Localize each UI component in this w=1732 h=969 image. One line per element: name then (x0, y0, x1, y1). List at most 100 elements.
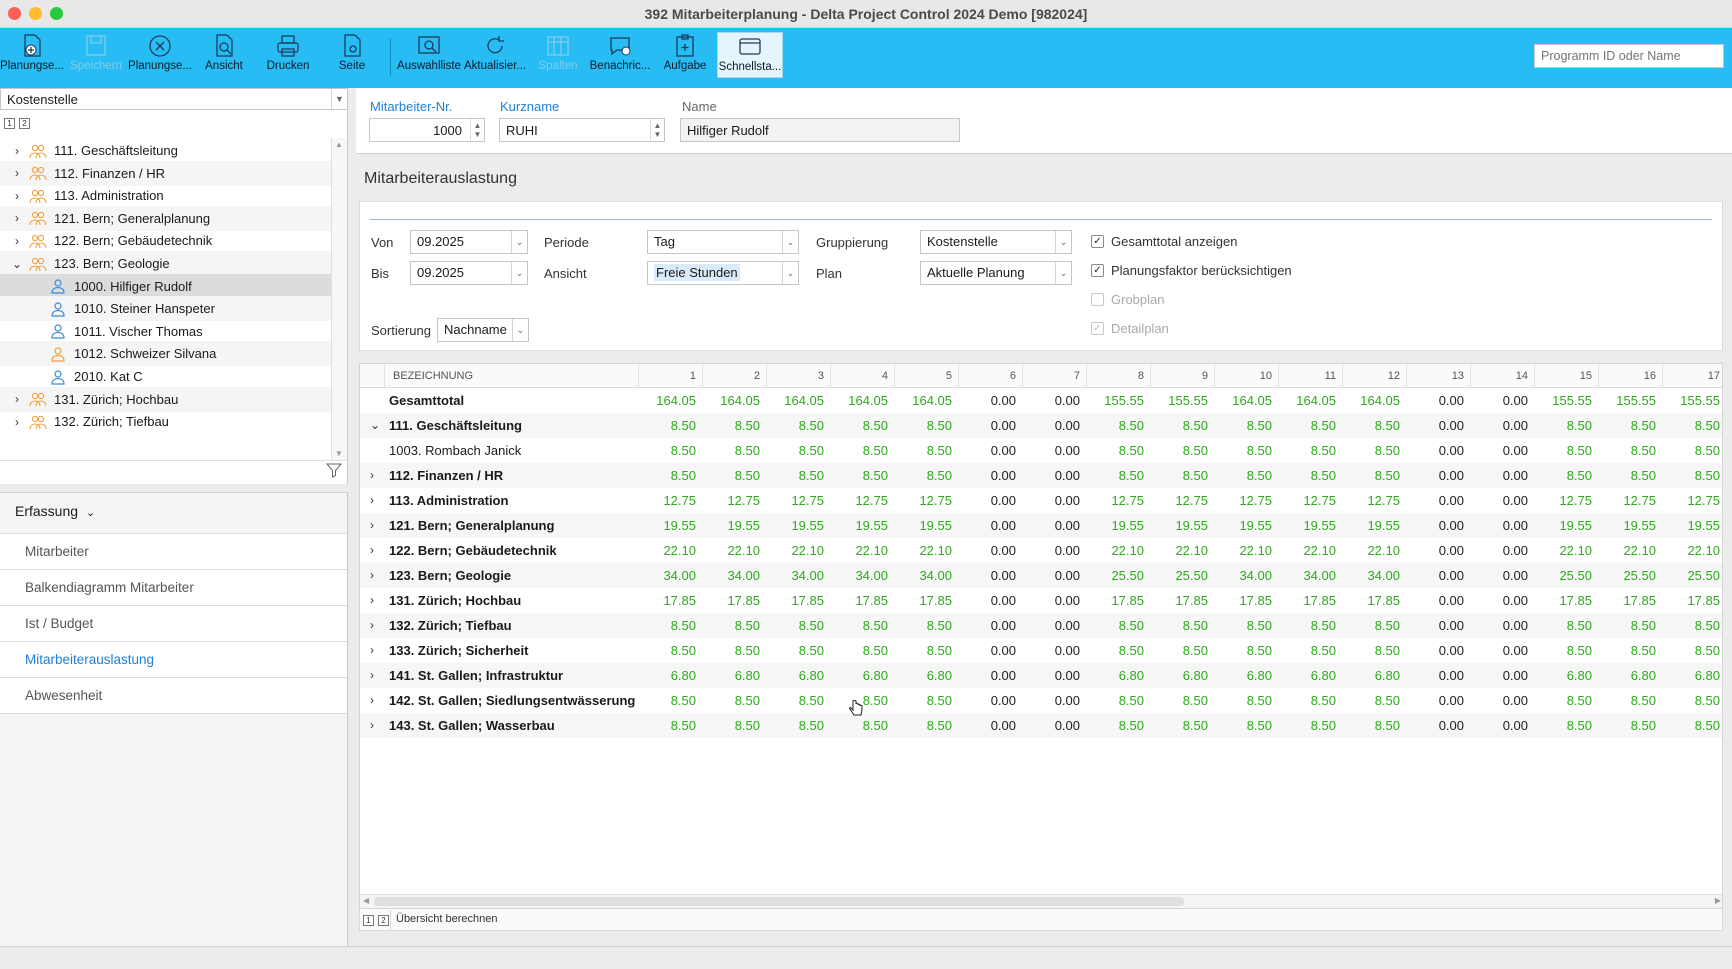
column-header-day[interactable]: 4 (830, 364, 894, 388)
column-header-day[interactable]: 10 (1214, 364, 1278, 388)
chevron-right-icon[interactable]: › (10, 144, 24, 158)
column-header-day[interactable]: 6 (958, 364, 1022, 388)
column-header-day[interactable]: 2 (702, 364, 766, 388)
chevron-right-icon[interactable]: › (370, 718, 374, 732)
stepper-icon[interactable]: ▲ ▼ (650, 119, 664, 141)
table-row[interactable]: › 142. St. Gallen; Siedlungsentwässerung 8… (360, 688, 1722, 713)
table-row[interactable]: ⌄ 111. Geschäftsleitung 8.50 8.50 8.50 8.50 8.… (360, 413, 1722, 438)
chevron-right-icon[interactable]: › (10, 211, 24, 225)
filter-icon[interactable] (325, 462, 343, 481)
toolbar-button-doc-search[interactable]: Ansicht (196, 32, 252, 82)
chevron-right-icon[interactable]: › (10, 166, 24, 180)
toolbar-button-refresh[interactable]: Aktualisier... (463, 32, 527, 82)
table-row[interactable]: › 123. Bern; Geologie 34.00 34.00 34.00 34.00… (360, 563, 1722, 588)
toolbar-button-page-settings[interactable]: Seite (322, 32, 382, 82)
chevron-right-icon[interactable]: › (370, 493, 374, 507)
column-header-day[interactable]: 14 (1470, 364, 1534, 388)
checkbox-0[interactable]: ✓ (1091, 235, 1104, 248)
tree-person-row[interactable]: 1012. Schweizer Silvana (0, 341, 331, 367)
tree-group-row[interactable]: ⌄ 123. Bern; Geologie (0, 251, 331, 276)
chevron-right-icon[interactable]: › (370, 518, 374, 532)
grid-horizontal-scrollbar[interactable]: ◀ ▶ (360, 894, 1722, 908)
tree-group-row[interactable]: › 113. Administration (0, 183, 331, 208)
bis-select[interactable]: 09.2025 ⌄ (410, 261, 528, 285)
table-row[interactable]: › 112. Finanzen / HR 8.50 8.50 8.50 8.50 8.50 0… (360, 463, 1722, 488)
column-header-day[interactable]: 17 (1662, 364, 1722, 388)
toolbar-button-window[interactable]: Schnellsta... (717, 32, 783, 78)
table-row[interactable]: › 131. Zürich; Hochbau 17.85 17.85 17.85 17.8… (360, 588, 1722, 613)
stepper-icon[interactable]: ▲ ▼ (470, 119, 484, 141)
column-header-day[interactable]: 16 (1598, 364, 1662, 388)
table-row[interactable]: › 122. Bern; Gebäudetechnik 22.10 22.10 22.1… (360, 538, 1722, 563)
tree-group-row[interactable]: › 131. Zürich; Hochbau (0, 386, 331, 412)
table-row[interactable]: › 133. Zürich; Sicherheit 8.50 8.50 8.50 8.50… (360, 638, 1722, 663)
chevron-right-icon[interactable]: › (370, 643, 374, 657)
scroll-right-icon[interactable]: ▶ (1715, 896, 1721, 905)
table-row[interactable]: › 113. Administration 12.75 12.75 12.75 12.75… (360, 488, 1722, 513)
nav-item-balkendiagramm-mitarbeiter[interactable]: Balkendiagramm Mitarbeiter (0, 569, 347, 605)
chevron-right-icon[interactable]: › (10, 392, 24, 406)
column-header-day[interactable]: 7 (1022, 364, 1086, 388)
table-row[interactable]: › 132. Zürich; Tiefbau 8.50 8.50 8.50 8.50 8.5… (360, 613, 1722, 638)
tree-scrollbar[interactable]: ▲ ▼ (331, 138, 347, 460)
chevron-right-icon[interactable]: › (370, 568, 374, 582)
periode-select[interactable]: Tag ⌄ (647, 230, 799, 254)
tree-group-row[interactable]: › 111. Geschäftsleitung (0, 138, 331, 163)
column-header-day[interactable]: 1 (638, 364, 702, 388)
column-header-day[interactable]: 8 (1086, 364, 1150, 388)
toolbar-button-doc-add[interactable]: Planungse... (0, 32, 64, 82)
table-row[interactable]: 1003. Rombach Janick 8.50 8.50 8.50 8.50 8.50… (360, 438, 1722, 463)
tree-person-row[interactable]: 1000. Hilfiger Rudolf (0, 273, 331, 299)
tree-tab-2[interactable]: 2 (19, 118, 30, 129)
nav-item-ist-budget[interactable]: Ist / Budget (0, 605, 347, 641)
toolbar-button-save[interactable]: Speichern (66, 32, 126, 82)
column-header-day[interactable]: 3 (766, 364, 830, 388)
group-by-select[interactable]: Kostenstelle ▼ (0, 88, 348, 110)
toolbar-button-task-add[interactable]: Aufgabe (658, 32, 712, 82)
toolbar-button-list-search[interactable]: Auswahlliste (396, 32, 462, 82)
column-header-day[interactable]: 15 (1534, 364, 1598, 388)
employee-nr-field[interactable]: 1000 ▲ ▼ (369, 118, 485, 142)
short-name-field[interactable]: RUHI ▲ ▼ (499, 118, 665, 142)
nav-item-mitarbeiterauslastung[interactable]: Mitarbeiterauslastung (0, 641, 347, 677)
grid-tab-1[interactable]: 1 (363, 915, 374, 926)
gruppierung-select[interactable]: Kostenstelle ⌄ (920, 230, 1072, 254)
chevron-right-icon[interactable]: › (370, 593, 374, 607)
program-search-input[interactable] (1534, 44, 1724, 68)
nav-header[interactable]: Erfassung ⌄ (15, 503, 95, 519)
tree-tab-1[interactable]: 1 (4, 118, 15, 129)
chevron-right-icon[interactable]: › (10, 189, 24, 203)
table-row[interactable]: › 121. Bern; Generalplanung 19.55 19.55 19.5… (360, 513, 1722, 538)
column-header-day[interactable]: 9 (1150, 364, 1214, 388)
chevron-right-icon[interactable]: › (370, 618, 374, 632)
tree-group-row[interactable]: › 112. Finanzen / HR (0, 160, 331, 186)
ansicht-select[interactable]: Freie Stunden ⌄ (647, 261, 799, 285)
chevron-right-icon[interactable]: › (370, 543, 374, 557)
von-select[interactable]: 09.2025 ⌄ (410, 230, 528, 254)
scroll-up-icon[interactable]: ▲ (335, 140, 343, 149)
column-header-name[interactable]: BEZEICHNUNG (384, 364, 638, 388)
checkbox-1[interactable]: ✓ (1091, 264, 1104, 277)
column-header-day[interactable]: 12 (1342, 364, 1406, 388)
scroll-down-icon[interactable]: ▼ (335, 449, 343, 458)
chevron-right-icon[interactable]: › (10, 415, 24, 429)
column-header-day[interactable]: 13 (1406, 364, 1470, 388)
tree-group-row[interactable]: › 132. Zürich; Tiefbau (0, 409, 331, 434)
toolbar-button-columns[interactable]: Spalten (530, 32, 586, 82)
scrollbar-thumb[interactable] (374, 897, 1184, 906)
nav-item-mitarbeiter[interactable]: Mitarbeiter (0, 533, 347, 569)
tree-person-row[interactable]: 2010. Kat C (0, 364, 331, 389)
chevron-right-icon[interactable]: › (10, 234, 24, 248)
scroll-left-icon[interactable]: ◀ (363, 896, 369, 905)
column-header-day[interactable]: 11 (1278, 364, 1342, 388)
nav-item-abwesenheit[interactable]: Abwesenheit (0, 677, 347, 713)
tree-group-row[interactable]: › 122. Bern; Gebäudetechnik (0, 228, 331, 253)
toolbar-button-message-add[interactable]: Benachric... (588, 32, 652, 82)
grid-tab-2[interactable]: 2 (378, 915, 389, 926)
chevron-down-icon[interactable]: ⌄ (370, 418, 380, 432)
table-row[interactable]: › 143. St. Gallen; Wasserbau 8.50 8.50 8.50 8… (360, 713, 1722, 738)
plan-select[interactable]: Aktuelle Planung ⌄ (920, 261, 1072, 285)
tree-group-row[interactable]: › 121. Bern; Generalplanung (0, 205, 331, 231)
column-header-day[interactable]: 5 (894, 364, 958, 388)
tree-person-row[interactable]: 1010. Steiner Hanspeter (0, 296, 331, 322)
